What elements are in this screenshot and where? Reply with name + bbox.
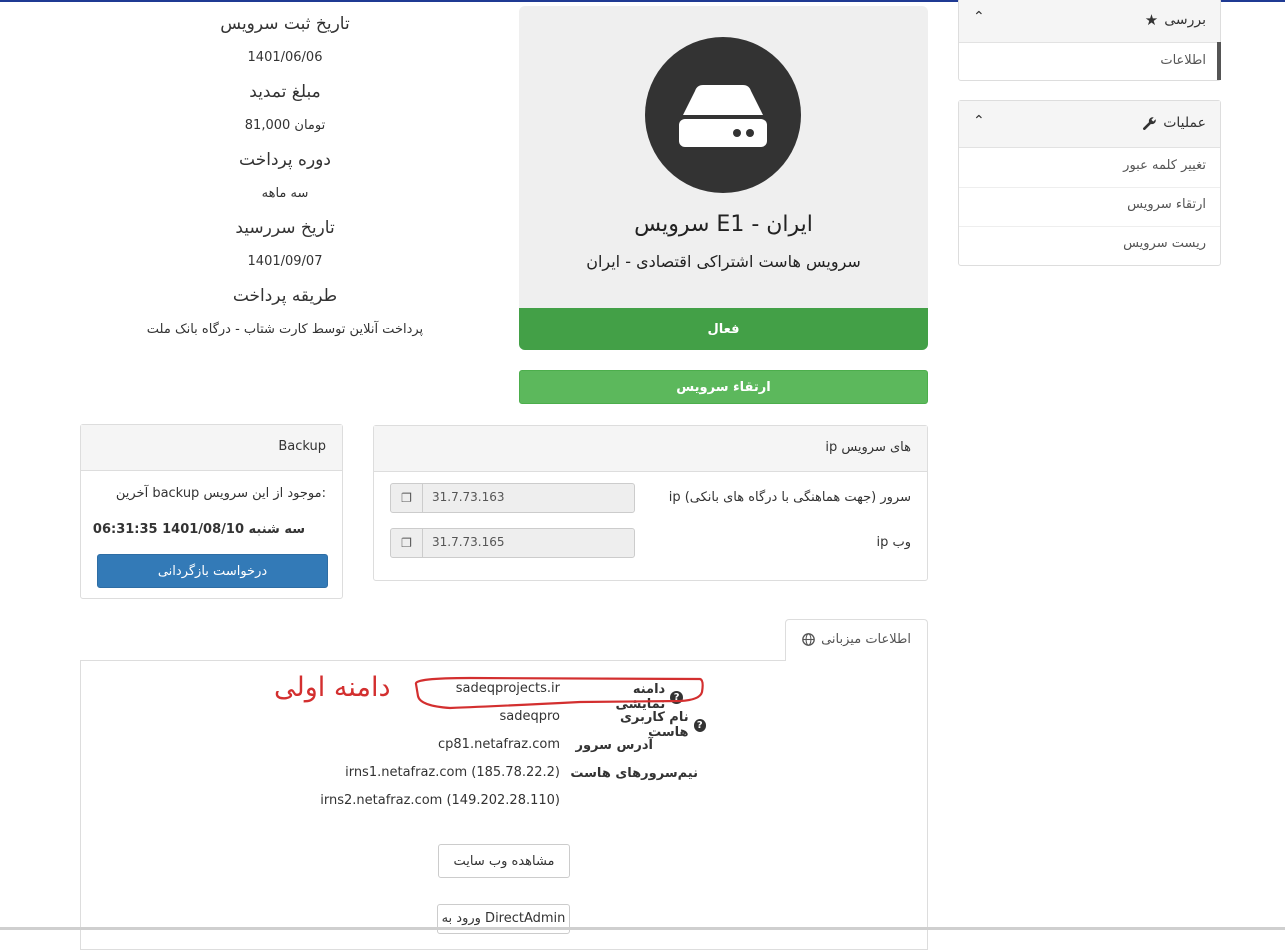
server-icon xyxy=(679,85,767,147)
web-ip-field: ❐ 31.7.73.165 xyxy=(390,528,635,558)
server-ip-value[interactable]: 31.7.73.163 xyxy=(432,490,505,504)
upgrade-service-button[interactable]: ارتقاء سرویس xyxy=(519,370,928,404)
service-ips-panel: ip های سرویس ip سرور (جهت هماهنگی با درگ… xyxy=(373,425,928,581)
restore-request-button[interactable]: درخواست بازگردانی xyxy=(97,554,328,588)
server-address-value: cp81.netafraz.com xyxy=(438,737,560,752)
web-ip-value[interactable]: 31.7.73.165 xyxy=(432,535,505,549)
nameservers-label: نیم‌سرورهای هاست xyxy=(570,766,698,781)
web-ip-label: ip وب xyxy=(876,535,911,550)
nameserver-1-value: irns1.netafraz.com (185.78.22.2) xyxy=(345,765,560,780)
hosting-row-username: ? نام کاربری هاست xyxy=(580,710,706,740)
chevron-up-icon[interactable]: ⌃ xyxy=(973,113,985,129)
server-ip-label: ip سرور (جهت هماهنگی با درگاه های بانکی) xyxy=(668,490,911,505)
info-label-billing-cycle: دوره پرداخت xyxy=(239,150,331,170)
backup-panel: Backup آخرین backup موجود از این سرویس: … xyxy=(80,424,343,599)
backup-title: Backup xyxy=(278,439,326,454)
sidebar-actions-header[interactable]: عملیات ⌃ xyxy=(959,101,1220,148)
info-label-renewal-amount: مبلغ تمدید xyxy=(249,82,321,102)
info-label-due-date: تاریخ سررسید xyxy=(235,218,335,238)
sidebar-actions-panel: عملیات ⌃ تغییر کلمه عبور ارتقاء سرویس ری… xyxy=(958,100,1221,266)
chevron-up-icon[interactable]: ⌃ xyxy=(973,9,985,25)
server-ip-field: ❐ 31.7.73.163 xyxy=(390,483,635,513)
info-value-due-date: 1401/09/07 xyxy=(247,254,323,269)
divider xyxy=(959,187,1220,188)
copy-icon[interactable]: ❐ xyxy=(391,484,423,512)
annotation-outline xyxy=(414,676,704,710)
annotation-text: دامنه اولی xyxy=(274,672,391,703)
service-icon-circle xyxy=(645,37,801,193)
visit-website-button[interactable]: مشاهده وب سایت xyxy=(438,844,570,878)
active-indicator xyxy=(1217,42,1221,80)
service-ips-header: ip های سرویس xyxy=(374,426,927,472)
sidebar-item-info[interactable]: اطلاعات xyxy=(1160,53,1206,68)
server-address-label: آدرس سرور xyxy=(575,738,653,753)
backup-description: آخرین backup موجود از این سرویس: xyxy=(115,486,326,501)
sidebar-item-change-password[interactable]: تغییر کلمه عبور xyxy=(1123,158,1206,173)
info-label-registration-date: تاریخ ثبت سرویس xyxy=(220,14,350,34)
info-value-payment-method: پرداخت آنلاین توسط کارت شتاب - درگاه بان… xyxy=(146,322,424,337)
divider xyxy=(959,226,1220,227)
nameserver-2-value: irns2.netafraz.com (149.202.28.110) xyxy=(320,793,560,808)
sidebar-overview-title: بررسی xyxy=(1164,12,1206,28)
service-ips-title: ip های سرویس xyxy=(825,440,911,455)
username-label: نام کاربری هاست xyxy=(619,710,689,740)
question-icon[interactable]: ? xyxy=(693,718,706,732)
wrench-icon xyxy=(1143,116,1156,130)
sidebar-overview-header[interactable]: ★ بررسی ⌃ xyxy=(959,0,1220,43)
sidebar-item-upgrade[interactable]: ارتقاء سرویس xyxy=(1127,197,1206,212)
sidebar-item-reset[interactable]: ریست سرویس xyxy=(1123,236,1206,251)
info-value-registration-date: 1401/06/06 xyxy=(247,50,323,65)
copy-icon[interactable]: ❐ xyxy=(391,529,423,557)
backup-header: Backup xyxy=(81,425,342,471)
service-subtitle: سرویس هاست اشتراکی اقتصادی - ایران xyxy=(586,252,861,271)
globe-icon xyxy=(802,633,815,646)
info-label-payment-method: طریقه پرداخت xyxy=(232,286,338,306)
service-title: سرویس E1 - ایران xyxy=(634,212,813,237)
info-value-renewal-amount: 81,000 تومان xyxy=(244,118,326,133)
star-icon: ★ xyxy=(1144,11,1159,29)
service-card: سرویس E1 - ایران سرویس هاست اشتراکی اقتص… xyxy=(519,6,928,350)
info-value-billing-cycle: سه ماهه xyxy=(261,186,309,201)
sidebar-overview-panel: ★ بررسی ⌃ اطلاعات xyxy=(958,0,1221,81)
backup-datetime: سه شنبه 1401/08/10 06:31:35 xyxy=(92,522,305,537)
tab-hosting-info[interactable]: اطلاعات میزبانی xyxy=(785,619,928,661)
sidebar-actions-title: عملیات xyxy=(1163,115,1206,131)
status-badge: فعال xyxy=(519,308,928,350)
tab-hosting-info-label: اطلاعات میزبانی xyxy=(821,632,911,647)
